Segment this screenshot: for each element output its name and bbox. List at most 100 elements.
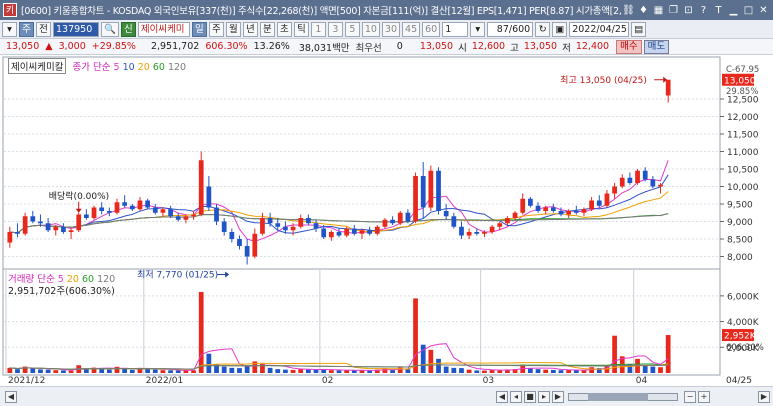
minute-3[interactable]: 3 [327,21,343,37]
candle-body [160,209,166,213]
date-input[interactable]: 2022/04/25 [569,21,630,37]
maximize-box-icon[interactable]: □ [742,4,755,17]
scroll-left-icon[interactable]: ◀ [5,391,17,403]
zoom-out-icon[interactable]: − [684,391,696,403]
maximize-icon[interactable]: ⊡ [682,4,695,17]
ma20-label: 20 [137,62,150,73]
code-input[interactable]: 137950 [53,21,99,37]
candle-body [198,160,204,215]
x-tick-label: 02 [322,376,333,385]
candle-body [244,246,250,257]
question-icon[interactable]: ? [697,4,710,17]
period-year[interactable]: 년 [242,21,258,37]
period-tick[interactable]: 틱 [293,21,309,37]
tab-all[interactable]: 전 [36,21,51,37]
new-badge[interactable]: 신 [120,21,136,37]
period-second[interactable]: 초 [276,21,292,37]
prev-page-icon[interactable]: ◀ [496,391,508,403]
volume-bar [466,369,472,373]
minute-30[interactable]: 30 [381,21,401,37]
dropdown-icon[interactable]: ▾ [470,21,486,37]
candle-body [206,186,212,208]
pref-value: 0 [396,41,403,52]
stop-icon[interactable]: ■ [524,391,536,403]
arrow-icon[interactable]: ▾ [2,21,17,37]
candle-body [466,232,472,236]
range-input[interactable]: 87/600 [487,21,534,37]
y-tick-label: 11,500 [727,131,759,141]
volume-bar [328,370,334,373]
period-day-icon[interactable]: 일 [191,21,207,37]
volume-bar [413,298,418,373]
tab-stock[interactable]: 주 [19,21,34,37]
high-label: 고 [510,42,519,54]
volume-readout: 2,951,702주(606.30%) [8,286,115,297]
volume-bar [658,367,663,373]
volume-bar [390,369,395,373]
open-label: 시 [458,42,467,54]
dividend-annotation: 배당락(0.00%) [49,190,109,202]
volume-bar [183,370,189,373]
minute-5[interactable]: 5 [344,21,360,37]
prev-icon[interactable]: ◂ [510,391,522,403]
volume-ratio: 606.30% [205,41,248,52]
x-tick-label: 2022/01 [146,376,183,385]
candle-body [390,219,395,224]
candle-body [252,233,258,257]
calendar-icon[interactable]: ▤ [631,21,647,37]
high-price: 13,050 [523,41,558,52]
grid-icon[interactable]: ▦ [652,4,665,17]
minute-10[interactable]: 10 [361,21,380,37]
candle-body [512,212,518,218]
volume-bar [489,370,495,373]
close-icon[interactable]: ✕ [757,4,770,17]
volume-bar [206,353,212,373]
candle-body [76,214,82,231]
candle-body [68,230,74,232]
quote-bar: 13,050 ▲ 3,000 +29.85% 2,951,702 606.30%… [0,39,773,55]
pin-icon[interactable]: ♦ [637,4,650,17]
candle-body [321,228,327,238]
candle-body [15,232,20,234]
sell-button[interactable]: 매도 [643,39,670,54]
scroll-thumb[interactable] [588,393,648,401]
x-tick-label: 2021/12 [8,376,45,385]
chart-area[interactable]: 12,500 12,000 11,500 11,000 10,500 10,000 9,50… [0,55,773,386]
candle-body [367,230,372,234]
stock-name-box[interactable]: 제이씨케미칼 [8,58,67,74]
count-input[interactable]: 1 [442,21,469,37]
candle-body [397,212,403,224]
next-icon[interactable]: ▸ [538,391,550,403]
candle-body [359,230,365,234]
price-volume-chart[interactable]: 12,500 12,000 11,500 11,000 10,500 10,000 9,50… [0,55,773,386]
zoom-in-icon[interactable]: + [698,391,710,403]
settings-icon[interactable]: T [712,4,725,17]
candle-body [619,177,625,187]
minimize-icon[interactable]: ▁ [727,4,740,17]
link-icon[interactable]: ⛓ [622,4,635,17]
volume-bar [53,370,59,373]
pref-label: 최우선 [355,42,382,54]
candle-body [336,232,342,236]
scroll-right-icon[interactable]: ▶ [758,391,770,403]
period-week[interactable]: 주 [208,21,224,37]
close-price: 13,050 [419,41,454,52]
query-icon[interactable]: ▣ [552,21,568,37]
period-month[interactable]: 월 [225,21,241,37]
refresh-icon[interactable]: ↻ [535,21,551,37]
minute-45[interactable]: 45 [402,21,421,37]
search-icon[interactable]: 🔍 [101,21,119,37]
volume-bar [30,368,36,373]
volume-bar [145,369,150,373]
buy-button[interactable]: 매수 [616,39,642,54]
candle-body [214,207,219,222]
volume-bar [68,370,74,373]
candle-body [99,207,105,211]
volume-bar [321,369,327,373]
restore-icon[interactable]: ❐ [667,4,680,17]
period-minute[interactable]: 분 [259,21,275,37]
minute-60[interactable]: 60 [422,21,441,37]
candle-body [122,202,128,206]
next-page-icon[interactable]: ▶ [552,391,564,403]
minute-1[interactable]: 1 [310,21,326,37]
